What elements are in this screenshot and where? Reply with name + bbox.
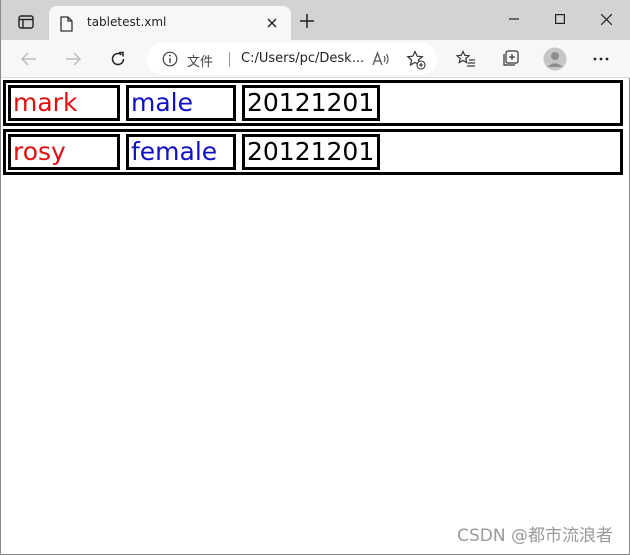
page-content: mark male 20121201 rosy female 20121201 <box>1 78 629 554</box>
name-cell: rosy <box>8 134 120 170</box>
navigation-toolbar: 文件 C:/Users/pc/Desk... <box>1 40 630 78</box>
address-separator <box>229 52 230 67</box>
browser-window: tabletest.xml 文件 C:/Users/pc/Desk... mar… <box>0 0 630 555</box>
window-close-button[interactable] <box>583 4 629 34</box>
forward-button[interactable] <box>59 45 87 73</box>
star-plus-icon <box>406 50 426 70</box>
favorites-button[interactable] <box>452 45 480 73</box>
table-row: rosy female 20121201 <box>3 129 623 175</box>
date-cell: 20121201 <box>242 85 380 121</box>
more-icon <box>593 57 609 61</box>
date-cell: 20121201 <box>242 134 380 170</box>
read-aloud-icon <box>372 51 389 66</box>
file-label: 文件 <box>187 55 214 70</box>
tab-close-button[interactable] <box>263 14 281 32</box>
collections-button[interactable] <box>496 45 524 73</box>
name-cell: mark <box>8 85 120 121</box>
address-bar[interactable]: 文件 C:/Users/pc/Desk... <box>147 43 437 75</box>
gender-cell: female <box>126 134 236 170</box>
file-icon <box>60 16 73 32</box>
refresh-button[interactable] <box>104 45 132 73</box>
plus-icon <box>300 14 314 28</box>
read-aloud-button[interactable] <box>371 49 391 69</box>
settings-menu-button[interactable] <box>587 45 615 73</box>
maximize-button[interactable] <box>537 4 583 34</box>
url-text[interactable]: C:/Users/pc/Desk... <box>241 51 364 66</box>
back-button[interactable] <box>15 45 43 73</box>
add-favorite-button[interactable] <box>405 49 427 71</box>
new-tab-button[interactable] <box>295 9 319 33</box>
tab-tabletest[interactable]: tabletest.xml <box>49 6 291 40</box>
tab-strip: tabletest.xml <box>1 0 630 40</box>
collections-icon <box>503 50 519 66</box>
profile-button[interactable] <box>541 45 569 73</box>
avatar-icon <box>543 47 567 71</box>
arrow-right-icon <box>66 52 81 66</box>
minimize-icon <box>509 18 519 20</box>
info-icon[interactable] <box>162 51 178 67</box>
gender-cell: male <box>126 85 236 121</box>
tab-actions-icon <box>18 15 34 29</box>
close-icon <box>267 18 277 28</box>
close-icon <box>600 13 612 25</box>
minimize-button[interactable] <box>491 4 537 34</box>
tab-title: tabletest.xml <box>87 15 167 29</box>
refresh-icon <box>111 51 125 66</box>
favorites-list-icon <box>456 50 475 67</box>
watermark: CSDN @都市流浪者 <box>457 526 613 546</box>
table-row: mark male 20121201 <box>3 80 623 126</box>
maximize-icon <box>555 14 565 24</box>
arrow-left-icon <box>21 52 36 66</box>
tab-actions-button[interactable] <box>9 8 43 36</box>
